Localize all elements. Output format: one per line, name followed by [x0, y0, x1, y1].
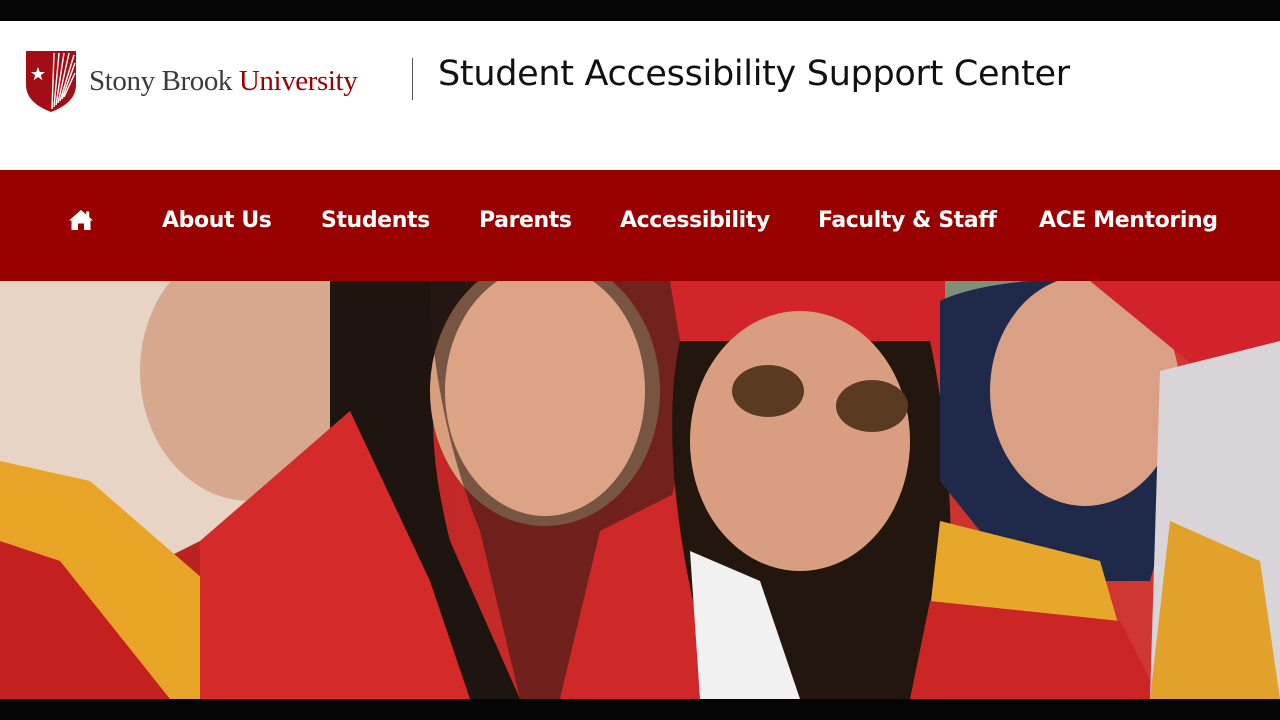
university-logo-link[interactable]: Stony Brook University: [24, 49, 358, 113]
shield-logo-icon: [26, 51, 76, 112]
top-black-bar: [0, 0, 1280, 21]
nav-students[interactable]: Students: [321, 208, 430, 233]
nav-faculty-staff[interactable]: Faculty & Staff: [818, 208, 997, 233]
main-navigation: About Us Students Parents Accessibility …: [0, 170, 1280, 281]
university-wordmark: Stony Brook University: [89, 64, 358, 97]
hero-image: [0, 281, 1280, 699]
site-title[interactable]: Student Accessibility Support Center: [438, 54, 1070, 94]
nav-ace-mentoring[interactable]: ACE Mentoring: [1039, 208, 1218, 233]
site-header: Stony Brook University Student Accessibi…: [0, 21, 1280, 170]
home-icon: [69, 210, 93, 230]
header-divider: [412, 58, 413, 100]
nav-parents[interactable]: Parents: [479, 208, 572, 233]
nav-accessibility[interactable]: Accessibility: [620, 208, 770, 233]
graduates-photo: [0, 281, 1280, 699]
bottom-black-bar: [0, 699, 1280, 720]
nav-about-us[interactable]: About Us: [162, 208, 272, 233]
